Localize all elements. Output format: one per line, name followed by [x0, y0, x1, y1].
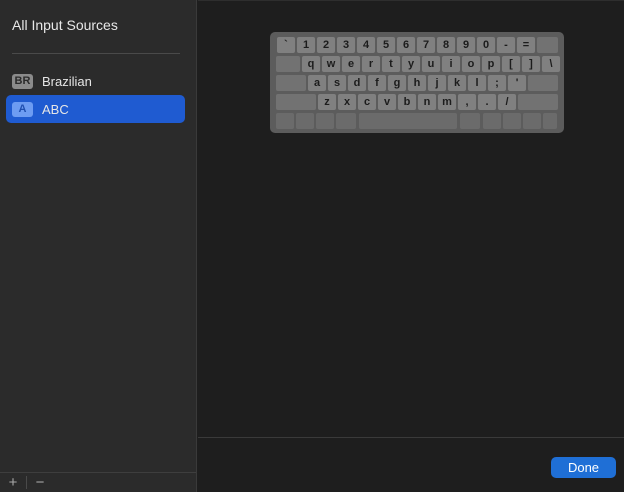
abc-badge-icon: A [12, 101, 33, 117]
input-source-label: Brazilian [42, 73, 92, 89]
keyboard-key: y [402, 56, 420, 72]
keyboard-modifier-key [528, 75, 558, 91]
keyboard-key: 8 [437, 37, 455, 53]
input-source-item-brazilian[interactable]: BR Brazilian [6, 67, 185, 95]
keyboard-key: z [318, 94, 336, 110]
input-source-list: BR Brazilian A ABC [6, 67, 185, 123]
keyboard-key: - [497, 37, 515, 53]
input-source-label: ABC [42, 101, 69, 117]
top-border [198, 0, 624, 1]
keyboard-key: s [328, 75, 346, 91]
keyboard-key: ` [277, 37, 295, 53]
keyboard-function-key [503, 113, 521, 129]
keyboard-key: x [338, 94, 356, 110]
keyboard-key: w [322, 56, 340, 72]
keyboard-modifier-key [276, 75, 306, 91]
sidebar-bottom-bar: + − [0, 473, 196, 492]
keyboard-function-key [523, 113, 541, 129]
keyboard-key: p [482, 56, 500, 72]
keyboard-key: . [478, 94, 496, 110]
keyboard-key: f [368, 75, 386, 91]
keyboard-key: / [498, 94, 516, 110]
brazilian-badge-icon: BR [12, 73, 33, 89]
keyboard-key: b [398, 94, 416, 110]
keyboard-modifier-key [276, 94, 316, 110]
keyboard-function-key [543, 113, 557, 129]
keyboard-key: q [302, 56, 320, 72]
add-input-source-button[interactable]: + [0, 473, 26, 492]
keyboard-key: u [422, 56, 440, 72]
keyboard-key: n [418, 94, 436, 110]
keyboard-function-key [336, 113, 356, 129]
keyboard-key: 3 [337, 37, 355, 53]
keyboard-function-key [296, 113, 314, 129]
keyboard-key: g [388, 75, 406, 91]
keyboard-key: o [462, 56, 480, 72]
keyboard-key: ; [488, 75, 506, 91]
keyboard-key: [ [502, 56, 520, 72]
keyboard-key: t [382, 56, 400, 72]
sidebar-divider [12, 53, 180, 54]
keyboard-function-key [316, 113, 334, 129]
keyboard-key: 2 [317, 37, 335, 53]
keyboard-function-key [359, 113, 457, 129]
keyboard-key: ' [508, 75, 526, 91]
keyboard-key: k [448, 75, 466, 91]
keyboard-key: l [468, 75, 486, 91]
keyboard-key: 9 [457, 37, 475, 53]
keyboard-key: i [442, 56, 460, 72]
keyboard-modifier-key [276, 56, 300, 72]
keyboard-key: e [342, 56, 360, 72]
keyboard-key: 5 [377, 37, 395, 53]
keyboard-modifier-key [518, 94, 558, 110]
keyboard-key: 4 [357, 37, 375, 53]
keyboard-key: 6 [397, 37, 415, 53]
keyboard-key: r [362, 56, 380, 72]
keyboard-modifier-key [537, 37, 558, 53]
keyboard-layout-preview: ` 1 2 3 4 5 6 7 8 9 0- = q w e r t y u i o p[] \ a s d f g h j k l; ' z x c… [270, 32, 564, 133]
input-source-item-abc[interactable]: A ABC [6, 95, 185, 123]
keyboard-key: 0 [477, 37, 495, 53]
keyboard-key: a [308, 75, 326, 91]
keyboard-key: d [348, 75, 366, 91]
keyboard-key: j [428, 75, 446, 91]
remove-input-source-button[interactable]: − [27, 473, 53, 492]
keyboard-key: c [358, 94, 376, 110]
keyboard-function-key [483, 113, 501, 129]
done-button[interactable]: Done [551, 457, 616, 478]
keyboard-function-key [276, 113, 294, 129]
keyboard-function-key [460, 113, 480, 129]
keyboard-key: m [438, 94, 456, 110]
keyboard-key: v [378, 94, 396, 110]
keyboard-key: h [408, 75, 426, 91]
keyboard-key: , [458, 94, 476, 110]
keyboard-key: 1 [297, 37, 315, 53]
sidebar: All Input Sources BR Brazilian A ABC + − [0, 0, 197, 492]
keyboard-key: \ [542, 56, 560, 72]
keyboard-key: 7 [417, 37, 435, 53]
keyboard-key: = [517, 37, 535, 53]
sidebar-title: All Input Sources [12, 17, 118, 33]
keyboard-key: ] [522, 56, 540, 72]
